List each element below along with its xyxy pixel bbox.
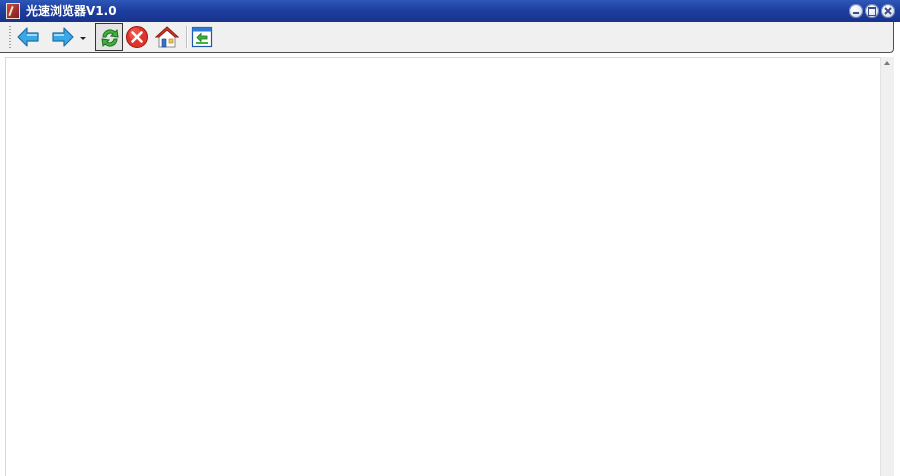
browser-content-area[interactable] xyxy=(5,57,880,476)
back-button[interactable] xyxy=(14,23,42,51)
toolbar xyxy=(0,22,894,53)
stop-button[interactable] xyxy=(123,23,151,51)
forward-button[interactable] xyxy=(49,23,77,51)
window-title: 光速浏览器V1.0 xyxy=(26,4,117,18)
window-right-border xyxy=(894,22,900,476)
open-page-icon xyxy=(191,26,213,48)
app-icon xyxy=(6,3,20,19)
forward-arrow-icon xyxy=(52,27,74,47)
vertical-scrollbar[interactable] xyxy=(880,57,894,476)
home-button[interactable] xyxy=(153,23,181,51)
toolbar-separator xyxy=(186,26,187,48)
refresh-icon xyxy=(101,28,119,48)
scroll-up-icon[interactable] xyxy=(884,61,890,65)
refresh-button[interactable] xyxy=(95,23,123,51)
home-icon xyxy=(155,26,179,48)
minimize-button[interactable] xyxy=(849,4,863,18)
back-arrow-icon xyxy=(17,27,39,47)
toolbar-grip[interactable] xyxy=(9,26,11,50)
open-page-button[interactable] xyxy=(188,23,216,51)
close-icon xyxy=(884,7,892,15)
forward-dropdown-icon[interactable] xyxy=(80,37,86,40)
close-button[interactable] xyxy=(881,4,895,18)
stop-icon xyxy=(126,26,148,48)
title-bar: 光速浏览器V1.0 xyxy=(0,0,900,22)
maximize-button[interactable] xyxy=(865,4,879,18)
